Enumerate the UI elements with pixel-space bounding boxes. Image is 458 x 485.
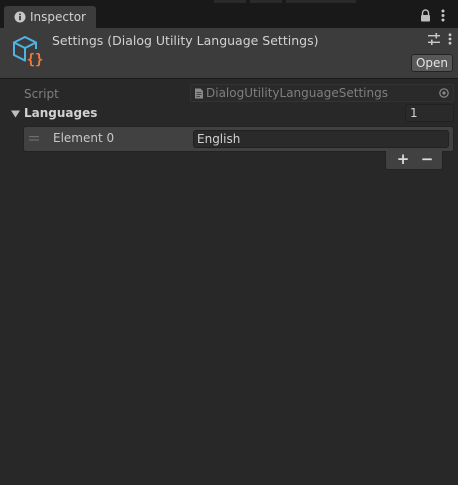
reorderable-list: Element 0 English [23, 126, 454, 152]
presets-sliders-icon[interactable] [428, 33, 440, 45]
open-button[interactable]: Open [411, 54, 453, 72]
tab-strip-edge [286, 0, 356, 3]
object-picker-icon[interactable] [439, 88, 449, 98]
languages-foldout-label[interactable]: Languages [24, 106, 97, 120]
script-field-label: Script [24, 87, 59, 101]
lock-icon[interactable] [420, 9, 431, 22]
kebab-menu-icon[interactable] [448, 33, 452, 45]
add-element-button[interactable]: + [391, 151, 415, 169]
tab-strip: Inspector [0, 0, 458, 28]
element-text-field[interactable]: English [193, 130, 449, 148]
foldout-arrow-icon[interactable] [11, 110, 20, 118]
inspector-header: {} Settings (Dialog Utility Language Set… [0, 28, 458, 78]
tab-inspector[interactable]: Inspector [4, 6, 96, 28]
inspector-window: Inspector {} Settings (Dialog Utility La… [0, 0, 458, 485]
page-title: Settings (Dialog Utility Language Settin… [52, 33, 319, 48]
tab-strip-edge [214, 0, 246, 3]
info-icon [14, 11, 26, 23]
script-file-icon [195, 88, 203, 99]
script-object-field[interactable]: DialogUtilityLanguageSettings [190, 84, 454, 102]
script-object-value: DialogUtilityLanguageSettings [206, 86, 388, 100]
remove-element-button[interactable]: − [415, 151, 439, 169]
tab-label: Inspector [30, 10, 86, 24]
array-size-field[interactable]: 1 [405, 104, 454, 122]
scriptable-object-icon: {} [13, 35, 44, 68]
kebab-menu-icon[interactable] [441, 9, 445, 22]
svg-text:{}: {} [27, 52, 44, 68]
inspector-body: Script DialogUtilityLanguageSettings Lan… [0, 79, 458, 485]
tab-strip-edge [250, 0, 282, 3]
drag-handle-icon[interactable] [29, 136, 39, 141]
list-item-label: Element 0 [53, 131, 115, 145]
list-footer: + − [385, 151, 443, 170]
